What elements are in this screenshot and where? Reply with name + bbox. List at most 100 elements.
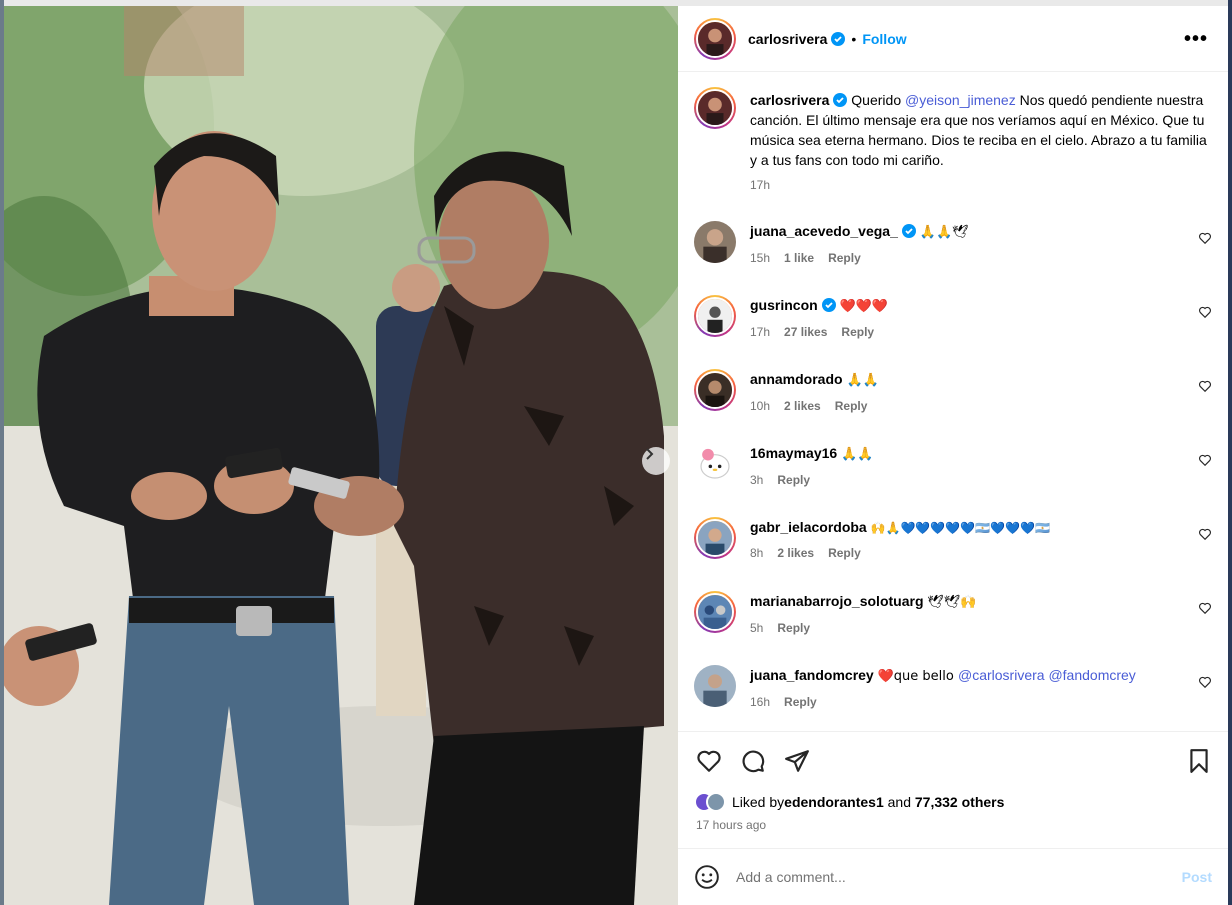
caption-text: Querido: [851, 92, 905, 108]
comment-mention[interactable]: @carlosrivera: [958, 667, 1045, 683]
reply-button[interactable]: Reply: [828, 546, 861, 560]
comment-input[interactable]: [736, 869, 1182, 885]
comment-username[interactable]: gabr_ielacordoba: [750, 519, 867, 535]
comment-meta: 10h 2 likes Reply: [750, 399, 1212, 413]
verified-badge-icon: [901, 224, 916, 238]
comment-username[interactable]: annamdorado: [750, 371, 843, 387]
caption-username[interactable]: carlosrivera: [750, 92, 829, 108]
author-avatar[interactable]: [694, 17, 736, 60]
comment-avatar[interactable]: [694, 517, 736, 559]
background-edge-right: [1228, 0, 1232, 905]
like-comment-heart-icon[interactable]: [1198, 231, 1212, 245]
like-comment-heart-icon[interactable]: [1198, 453, 1212, 467]
post-comment-button[interactable]: Post: [1182, 869, 1212, 885]
comment-likes[interactable]: 2 likes: [784, 399, 821, 413]
verified-badge-icon: [833, 93, 848, 107]
comment-time: 10h: [750, 399, 771, 413]
comment-item: juana_fandomcrey ❤️que bello @carlosrive…: [694, 665, 1212, 709]
comment-text: 🙏🙏: [846, 373, 879, 388]
comment-body: 16maymay16 🙏🙏: [750, 443, 1212, 465]
comment-time: 3h: [750, 473, 764, 487]
more-options-button[interactable]: •••: [1184, 28, 1208, 51]
comment-item: 16maymay16 🙏🙏 3h Reply: [694, 443, 1212, 487]
comment-likes[interactable]: 27 likes: [784, 325, 827, 339]
like-heart-icon[interactable]: [696, 748, 722, 774]
reply-button[interactable]: Reply: [784, 695, 817, 709]
reply-button[interactable]: Reply: [828, 251, 861, 265]
comment-time: 8h: [750, 546, 764, 560]
caption-body: carlosrivera Querido @yeison_jimenez Nos…: [750, 87, 1212, 170]
add-comment-bar: Post: [678, 848, 1228, 905]
reply-button[interactable]: Reply: [841, 325, 874, 339]
comment-body: gusrincon ❤️❤️❤️: [750, 295, 1212, 317]
post-header: carlosrivera • Follow •••: [678, 6, 1228, 72]
comment-avatar[interactable]: [694, 665, 736, 707]
comment-text: ❤️❤️❤️: [839, 299, 889, 314]
liker-avatar: [706, 792, 726, 812]
comment-avatar[interactable]: [694, 369, 736, 411]
follow-button[interactable]: Follow: [862, 31, 906, 47]
like-comment-heart-icon[interactable]: [1198, 527, 1212, 541]
comment-meta: 3h Reply: [750, 473, 1212, 487]
comment-item: annamdorado 🙏🙏 10h 2 likes Reply: [694, 369, 1212, 413]
caption-mention[interactable]: @yeison_jimenez: [905, 92, 1016, 108]
comment-username[interactable]: juana_acevedo_vega_: [750, 223, 898, 239]
caption-avatar[interactable]: [694, 87, 736, 129]
carousel-next-button[interactable]: [642, 447, 670, 475]
comment-time: 17h: [750, 325, 771, 339]
post-photo[interactable]: [4, 6, 678, 905]
comment-likes[interactable]: 2 likes: [777, 546, 814, 560]
comment-bubble-icon[interactable]: [740, 748, 766, 774]
chevron-right-icon: [646, 448, 654, 460]
comment-username[interactable]: juana_fandomcrey: [750, 667, 874, 683]
comment-time: 16h: [750, 695, 771, 709]
likes-count[interactable]: 77,332 others: [915, 794, 1005, 810]
comment-item: gusrincon ❤️❤️❤️ 17h 27 likes Reply: [694, 295, 1212, 339]
post-caption: carlosrivera Querido @yeison_jimenez Nos…: [694, 87, 1212, 192]
reply-button[interactable]: Reply: [835, 399, 868, 413]
verified-badge-icon: [831, 31, 846, 46]
separator-dot: •: [851, 30, 857, 47]
comment-item: gabr_ielacordoba 🙌🙏💙💙💙💙💙🇦🇷💙💙💙🇦🇷 8h 2 like…: [694, 517, 1212, 560]
comment-text: 🙏🙏: [841, 447, 874, 462]
reply-button[interactable]: Reply: [777, 473, 810, 487]
comments-list[interactable]: carlosrivera Querido @yeison_jimenez Nos…: [678, 73, 1228, 731]
comment-avatar[interactable]: [694, 443, 736, 485]
comment-body: juana_fandomcrey ❤️que bello @carlosrive…: [750, 665, 1212, 687]
post-sidebar: carlosrivera • Follow ••• carlosrivera Q…: [678, 6, 1228, 905]
comment-text: 🙌🙏💙💙💙💙💙🇦🇷💙💙💙🇦🇷: [870, 521, 1050, 535]
comment-text: 🙏🙏🕊: [919, 225, 969, 240]
like-comment-heart-icon[interactable]: [1198, 305, 1212, 319]
comment-username[interactable]: marianabarrojo_solotuarg: [750, 593, 924, 609]
liked-by-middle: and: [883, 794, 915, 810]
comment-username[interactable]: 16maymay16: [750, 445, 837, 461]
comment-item: marianabarrojo_solotuarg 🕊🕊🙌 5h Reply: [694, 591, 1212, 635]
share-send-icon[interactable]: [784, 748, 810, 774]
comment-meta: 15h 1 like Reply: [750, 251, 1212, 265]
likes-summary: Liked by edendorantes1 and 77,332 others: [694, 792, 1004, 812]
liked-by-user[interactable]: edendorantes1: [784, 794, 884, 810]
save-bookmark-icon[interactable]: [1186, 748, 1212, 774]
comment-mention[interactable]: @fandomcrey: [1048, 667, 1135, 683]
comment-body: gabr_ielacordoba 🙌🙏💙💙💙💙💙🇦🇷💙💙💙🇦🇷: [750, 517, 1212, 538]
verified-badge-icon: [821, 298, 836, 312]
reply-button[interactable]: Reply: [777, 621, 810, 635]
like-comment-heart-icon[interactable]: [1198, 675, 1212, 689]
comment-avatar[interactable]: [694, 591, 736, 633]
comment-avatar[interactable]: [694, 221, 736, 263]
liked-by-prefix: Liked by: [732, 794, 785, 810]
photo-illustration: [4, 6, 678, 905]
emoji-icon[interactable]: [694, 864, 720, 890]
comment-username[interactable]: gusrincon: [750, 297, 818, 313]
comment-meta: 5h Reply: [750, 621, 1212, 635]
like-comment-heart-icon[interactable]: [1198, 601, 1212, 615]
instagram-post-modal: carlosrivera • Follow ••• carlosrivera Q…: [0, 0, 1232, 905]
comment-meta: 16h Reply: [750, 695, 1212, 709]
action-icons-row: [678, 732, 1228, 788]
comment-text: 🕊🕊🙌: [927, 595, 977, 610]
author-username[interactable]: carlosrivera: [748, 31, 827, 47]
post-time-ago[interactable]: 17 hours ago: [696, 818, 766, 832]
comment-avatar[interactable]: [694, 295, 736, 337]
comment-likes[interactable]: 1 like: [784, 251, 814, 265]
like-comment-heart-icon[interactable]: [1198, 379, 1212, 393]
